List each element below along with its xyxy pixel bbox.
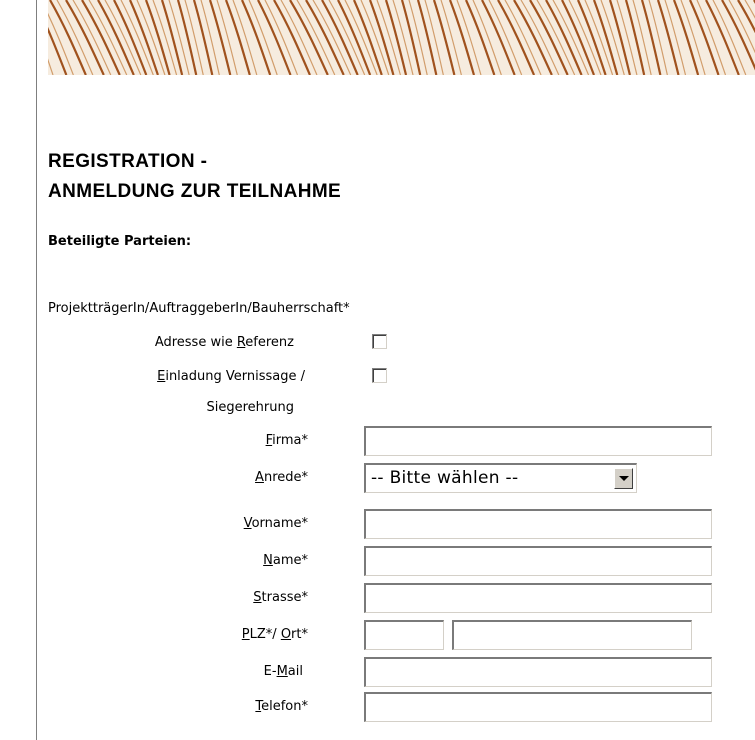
same-address-label-pre: Adresse wie	[154, 335, 237, 350]
name-label-key: N	[263, 553, 273, 568]
strasse-label-post: trasse*	[261, 590, 308, 605]
strasse-label-key: S	[253, 590, 262, 605]
email-label-pre: E-	[263, 664, 277, 679]
same-address-checkbox[interactable]	[372, 334, 387, 349]
email-input[interactable]	[364, 657, 712, 687]
firma-input[interactable]	[364, 426, 712, 456]
anrede-label-post: nrede*	[263, 470, 308, 485]
invitation-label-line2: Siegerehrung	[206, 400, 294, 415]
strasse-input[interactable]	[364, 583, 712, 613]
email-label: E-Mail	[264, 664, 303, 679]
telefon-input[interactable]	[364, 692, 712, 722]
strasse-label: Strasse*	[253, 590, 308, 605]
ort-label-post: rt*	[291, 627, 308, 642]
anrede-label: Anrede*	[255, 470, 308, 485]
vorname-label-post: orname*	[251, 516, 308, 531]
same-address-label: Adresse wie Referenz	[155, 335, 294, 350]
banner-stripes-graphic	[48, 0, 755, 75]
invitation-checkbox[interactable]	[372, 368, 387, 383]
firma-label-post: irma*	[272, 433, 308, 448]
dropdown-button[interactable]	[614, 468, 633, 489]
plz-label-key: P	[241, 627, 250, 642]
email-label-post: ail	[287, 664, 303, 679]
ort-input[interactable]	[452, 620, 692, 650]
plz-input[interactable]	[364, 620, 444, 650]
header-banner	[48, 0, 755, 75]
anrede-label-key: A	[255, 470, 264, 485]
invitation-label: Einladung Vernissage /	[157, 369, 305, 384]
telefon-label: Telefon*	[255, 699, 308, 714]
page-left-border	[36, 0, 37, 740]
telefon-label-post: elefon*	[261, 699, 308, 714]
name-label-post: ame*	[272, 553, 308, 568]
name-input[interactable]	[364, 546, 712, 576]
invitation-label-post: inladung Vernissage /	[165, 369, 305, 384]
name-label: Name*	[263, 553, 308, 568]
email-label-key: M	[276, 664, 288, 679]
firma-label: Firma*	[266, 433, 308, 448]
page-title-line2: ANMELDUNG ZUR TEILNAHME	[48, 181, 342, 202]
page-title: REGISTRATION - ANMELDUNG ZUR TEILNAHME	[48, 147, 341, 207]
vorname-label-key: V	[243, 516, 252, 531]
page-title-line1: REGISTRATION -	[48, 151, 208, 172]
anrede-select[interactable]: -- Bitte wählen --	[364, 463, 637, 493]
chevron-down-icon	[619, 476, 629, 481]
section-heading: Beteiligte Parteien:	[48, 234, 192, 249]
ort-label-key: O	[280, 627, 292, 642]
plz-ort-label: PLZ*/ Ort*	[242, 627, 308, 642]
vorname-input[interactable]	[364, 509, 712, 539]
anrede-select-value: -- Bitte wählen --	[371, 468, 519, 488]
vorname-label: Vorname*	[244, 516, 308, 531]
party-label: ProjektträgerIn/AuftraggeberIn/Bauherrsc…	[48, 301, 350, 316]
plz-label-mid: LZ*/	[249, 627, 281, 642]
same-address-label-post: eferenz	[245, 335, 294, 350]
